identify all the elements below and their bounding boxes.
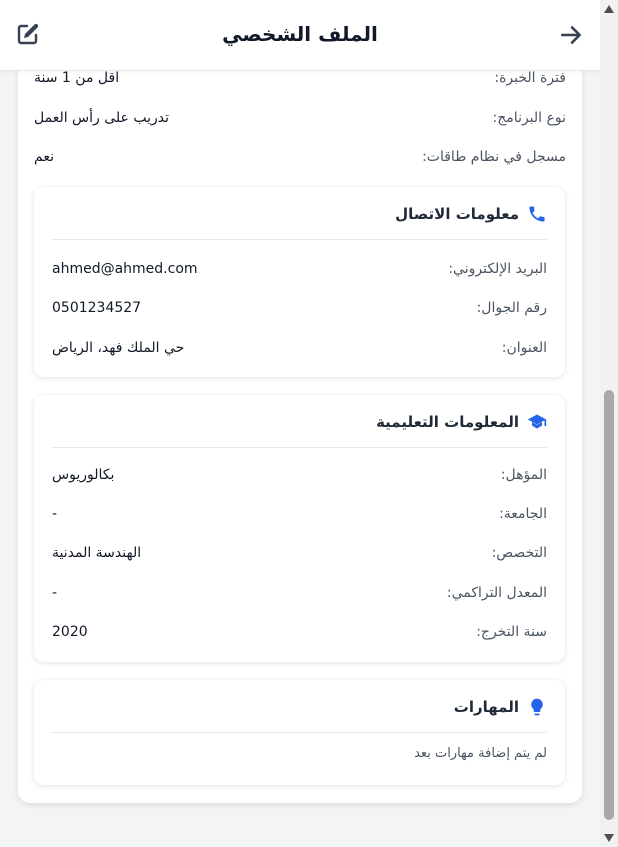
detail-row-program-type: نوع البرنامج: تدريب على رأس العمل [34, 110, 566, 132]
education-value: بكالوريوس [52, 467, 115, 483]
vertical-scrollbar[interactable] [600, 0, 618, 847]
detail-label: فترة الخبرة: [494, 70, 566, 86]
detail-label: مسجل في نظام طاقات: [422, 149, 566, 165]
education-value: الهندسة المدنية [52, 545, 142, 561]
education-row-gpa: المعدل التراكمي: - [52, 585, 547, 607]
education-row-graduation-year: سنة التخرج: 2020 [52, 624, 547, 646]
education-value: - [52, 506, 58, 522]
contact-card: معلومات الاتصال البريد الإلكتروني: ahmed… [34, 187, 565, 377]
profile-card: فترة الخبرة: أقل من 1 سنة نوع البرنامج: … [18, 40, 582, 803]
lightbulb-icon [531, 698, 543, 716]
skills-empty-message: لم يتم إضافة مهارات بعد [414, 746, 547, 761]
education-label: التخصص: [491, 545, 547, 561]
detail-row-experience: فترة الخبرة: أقل من 1 سنة [34, 70, 566, 92]
education-value: - [52, 585, 58, 601]
contact-row-email: البريد الإلكتروني: ahmed@ahmed.com [52, 261, 547, 283]
contact-value: ahmed@ahmed.com [52, 261, 198, 277]
contact-value: حي الملك فهد، الرياض [52, 340, 185, 356]
graduation-cap-icon [527, 414, 547, 429]
education-row-university: الجامعة: - [52, 506, 547, 528]
contact-card-title: معلومات الاتصال [395, 205, 519, 223]
detail-row-taqat: مسجل في نظام طاقات: نعم [34, 149, 566, 171]
education-card-header: المعلومات التعليمية [52, 409, 547, 448]
detail-value: نعم [34, 149, 54, 165]
contact-card-header: معلومات الاتصال [52, 201, 547, 240]
education-card: المعلومات التعليمية المؤهل: بكالوريوس ال… [34, 395, 565, 662]
top-header: الملف الشخصي [0, 0, 600, 71]
education-label: المؤهل: [500, 467, 547, 483]
scrollbar-thumb[interactable] [604, 390, 614, 820]
scroll-up-arrow-icon[interactable] [604, 5, 614, 13]
app-window: فترة الخبرة: أقل من 1 سنة نوع البرنامج: … [0, 0, 600, 847]
education-label: سنة التخرج: [476, 624, 547, 640]
skills-card-title: المهارات [453, 698, 519, 716]
education-label: الجامعة: [499, 506, 547, 522]
scroll-down-arrow-icon[interactable] [604, 834, 614, 842]
contact-row-address: العنوان: حي الملك فهد، الرياض [52, 340, 547, 362]
detail-value: أقل من 1 سنة [34, 70, 120, 86]
contact-label: العنوان: [501, 340, 547, 356]
contact-label: البريد الإلكتروني: [448, 261, 547, 277]
skills-card: المهارات لم يتم إضافة مهارات بعد [34, 680, 565, 785]
edit-icon[interactable] [16, 22, 40, 46]
phone-icon [529, 206, 545, 222]
detail-value: تدريب على رأس العمل [34, 110, 170, 126]
education-row-major: التخصص: الهندسة المدنية [52, 545, 547, 567]
page-title: الملف الشخصي [222, 22, 378, 46]
education-value: 2020 [52, 624, 88, 640]
education-label: المعدل التراكمي: [446, 585, 547, 601]
education-card-title: المعلومات التعليمية [376, 413, 519, 431]
contact-row-mobile: رقم الجوال: 0501234527 [52, 300, 547, 322]
skills-card-header: المهارات [52, 694, 547, 733]
detail-label: نوع البرنامج: [492, 110, 566, 126]
contact-label: رقم الجوال: [476, 300, 547, 316]
contact-value: 0501234527 [52, 300, 142, 316]
education-row-qualification: المؤهل: بكالوريوس [52, 467, 547, 489]
